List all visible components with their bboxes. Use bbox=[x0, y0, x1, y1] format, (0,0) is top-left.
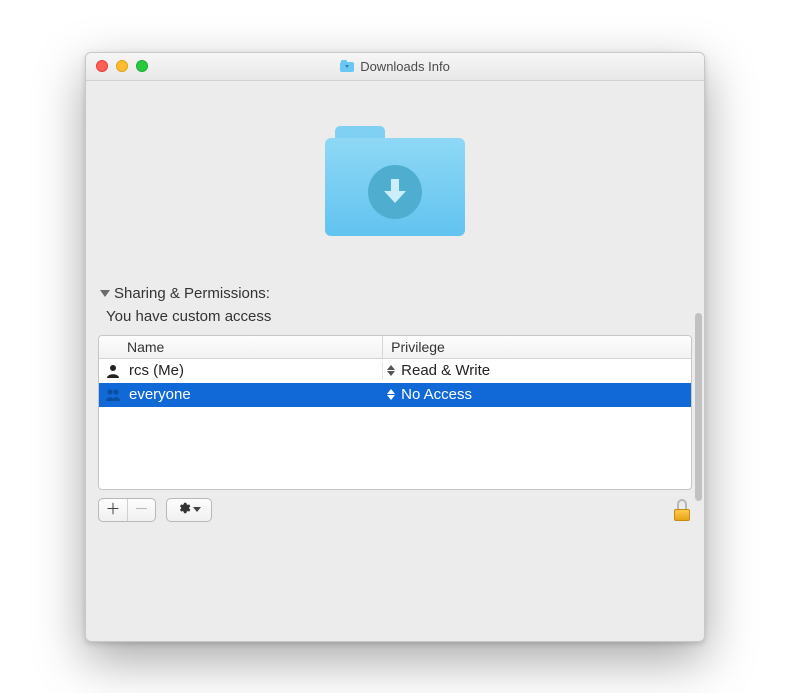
downloads-folder-icon bbox=[340, 60, 354, 72]
scrollbar[interactable] bbox=[695, 313, 702, 501]
chevron-down-icon bbox=[193, 507, 201, 512]
table-body: rcs (Me) Read & Write bbox=[99, 359, 691, 489]
lock-button[interactable] bbox=[672, 499, 692, 521]
user-name: everyone bbox=[129, 386, 191, 403]
plus-icon: ＋ bbox=[105, 502, 120, 517]
sharing-permissions-section: Sharing & Permissions: You have custom a… bbox=[86, 281, 704, 335]
user-icon bbox=[105, 363, 121, 379]
section-header[interactable]: Sharing & Permissions: bbox=[100, 285, 690, 302]
section-title: Sharing & Permissions: bbox=[114, 285, 270, 302]
user-name: rcs (Me) bbox=[129, 362, 184, 379]
traffic-lights bbox=[86, 60, 148, 72]
lock-icon bbox=[677, 499, 687, 509]
zoom-button[interactable] bbox=[136, 60, 148, 72]
titlebar: Downloads Info bbox=[86, 53, 704, 81]
permissions-table: Name Privilege rcs (Me) Read & Write bbox=[98, 335, 692, 490]
window-title: Downloads Info bbox=[360, 59, 450, 74]
privilege-stepper-icon[interactable] bbox=[385, 364, 397, 378]
privilege-value: No Access bbox=[401, 386, 472, 403]
window-title-group: Downloads Info bbox=[86, 59, 704, 74]
downloads-folder-large-icon bbox=[325, 126, 465, 236]
minimize-button[interactable] bbox=[116, 60, 128, 72]
table-header: Name Privilege bbox=[99, 336, 691, 359]
action-menu-button[interactable] bbox=[166, 498, 212, 522]
privilege-stepper-icon[interactable] bbox=[385, 388, 397, 402]
disclosure-triangle-icon[interactable] bbox=[100, 290, 110, 297]
group-icon bbox=[105, 387, 121, 403]
table-row[interactable]: everyone No Access bbox=[99, 383, 691, 407]
gear-icon bbox=[177, 501, 191, 518]
column-privilege[interactable]: Privilege bbox=[383, 336, 691, 358]
close-button[interactable] bbox=[96, 60, 108, 72]
add-button[interactable]: ＋ bbox=[99, 499, 127, 521]
table-row[interactable]: rcs (Me) Read & Write bbox=[99, 359, 691, 383]
minus-icon: － bbox=[134, 502, 149, 517]
remove-button: － bbox=[127, 499, 155, 521]
footer-toolbar: ＋ － bbox=[86, 490, 704, 532]
add-remove-segment: ＋ － bbox=[98, 498, 156, 522]
info-window: Downloads Info Sharing & Permissions: Yo… bbox=[85, 52, 705, 642]
content: Sharing & Permissions: You have custom a… bbox=[86, 81, 704, 641]
privilege-value: Read & Write bbox=[401, 362, 490, 379]
folder-preview-area bbox=[86, 81, 704, 281]
column-name[interactable]: Name bbox=[99, 336, 383, 358]
access-summary: You have custom access bbox=[106, 308, 690, 325]
